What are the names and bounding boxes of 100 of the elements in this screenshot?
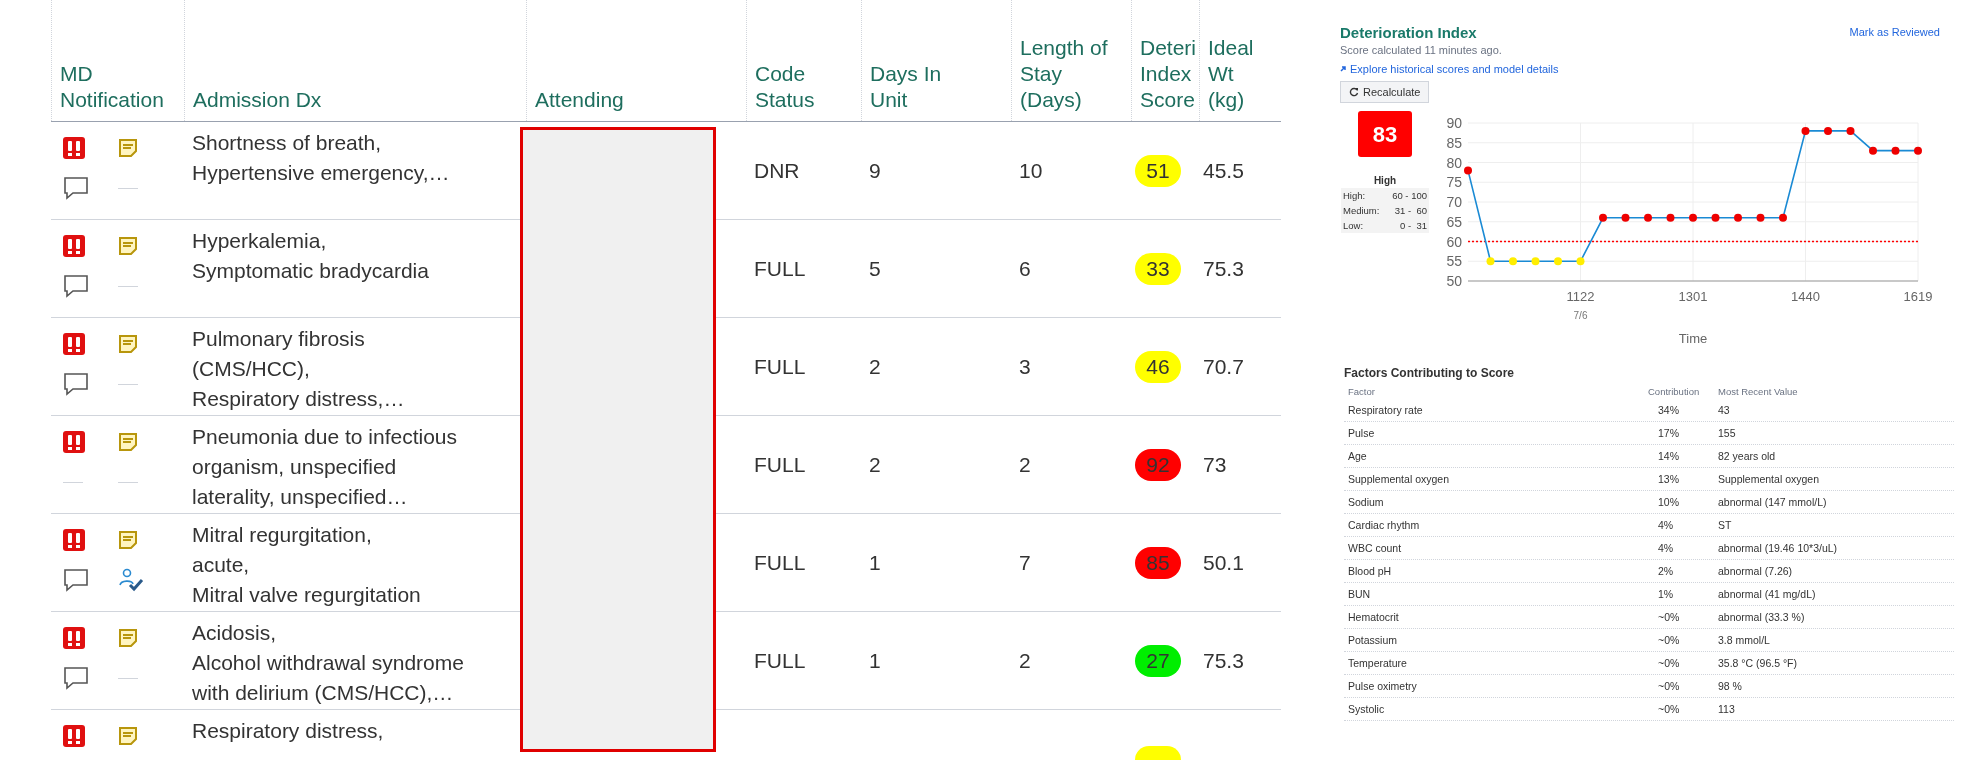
comment-icon[interactable] xyxy=(63,176,89,200)
empty-dash-icon xyxy=(63,481,83,483)
factor-value: abnormal (147 mmol/L) xyxy=(1718,495,1827,510)
x-tick-label: 1301 xyxy=(1678,289,1708,304)
length-of-stay: 7 xyxy=(1019,549,1031,576)
legend-range: 60 - 100 xyxy=(1392,189,1427,203)
comment-icon[interactable] xyxy=(63,568,89,592)
y-tick-label: 60 xyxy=(1446,233,1462,250)
factor-name: Pulse xyxy=(1347,426,1376,441)
diagnosis-text: Alcohol withdrawal syndrome xyxy=(192,650,464,676)
factor-contribution: 10% xyxy=(1658,495,1680,510)
column-header[interactable]: Days In xyxy=(870,61,1011,87)
score-point xyxy=(1599,213,1607,222)
alert-icon[interactable] xyxy=(63,627,85,649)
factor-value: 3.8 mmol/L xyxy=(1718,633,1770,648)
comment-icon[interactable] xyxy=(63,372,89,396)
score-badge: 51 xyxy=(1135,154,1181,187)
ideal-weight: 45.5 xyxy=(1203,157,1244,184)
y-tick-label: 65 xyxy=(1446,213,1462,230)
alert-icon[interactable] xyxy=(63,137,85,159)
days-in-unit: 2 xyxy=(869,451,881,478)
factor-name: BUN xyxy=(1347,587,1372,602)
empty-dash-icon xyxy=(118,383,138,385)
diagnosis-text: Symptomatic bradycardia xyxy=(192,258,429,284)
refresh-icon xyxy=(1349,87,1359,97)
score-point xyxy=(1644,213,1652,222)
code-status: FULL xyxy=(754,647,806,674)
column-header[interactable]: Attending xyxy=(535,87,746,113)
note-icon[interactable] xyxy=(118,628,138,648)
column-header[interactable]: Ideal xyxy=(1208,35,1281,61)
column-header[interactable]: Stay xyxy=(1020,61,1131,87)
alert-icon[interactable] xyxy=(63,333,85,355)
score-badge: 92 xyxy=(1135,448,1181,481)
empty-dash-icon xyxy=(118,187,138,189)
days-in-unit: 2 xyxy=(869,353,881,380)
factor-value: 35.8 °C (96.5 °F) xyxy=(1718,656,1797,671)
column-header[interactable]: MD xyxy=(60,61,184,87)
score-point xyxy=(1666,213,1675,222)
y-tick-label: 85 xyxy=(1446,134,1462,151)
column-header[interactable]: Admission Dx xyxy=(193,87,526,113)
comment-icon[interactable] xyxy=(63,666,89,690)
ideal-weight: 75.3 xyxy=(1203,255,1244,282)
column-header[interactable]: (kg) xyxy=(1208,87,1281,113)
empty-dash-icon xyxy=(118,677,138,679)
x-tick-label: 1122 xyxy=(1566,289,1595,304)
alert-icon[interactable] xyxy=(63,235,85,257)
legend-range: 31 - 60 xyxy=(1394,204,1427,218)
mark-reviewed-link[interactable]: Mark as Reviewed xyxy=(1849,24,1940,41)
score-point xyxy=(1756,213,1765,222)
score-point xyxy=(1509,257,1517,266)
factor-contribution: ~0% xyxy=(1658,610,1681,625)
factor-contribution: 4% xyxy=(1658,541,1675,556)
alert-icon[interactable] xyxy=(63,529,85,551)
factor-name: Age xyxy=(1347,449,1368,464)
note-icon[interactable] xyxy=(118,432,138,452)
y-tick-label: 70 xyxy=(1446,194,1462,210)
comment-icon[interactable] xyxy=(63,274,89,298)
diagnosis-text: Mitral valve regurgitation xyxy=(192,582,421,608)
diagnosis-text: Hypertensive emergency,… xyxy=(192,160,450,186)
column-header[interactable]: Code xyxy=(755,61,861,87)
factor-value: ST xyxy=(1718,518,1732,533)
column-header[interactable]: Deteri xyxy=(1140,35,1199,61)
column-header[interactable]: Index xyxy=(1140,61,1199,87)
column-header[interactable]: (Days) xyxy=(1020,87,1131,113)
factor-contribution: ~0% xyxy=(1658,633,1681,648)
factor-value: abnormal (7.26) xyxy=(1718,564,1793,579)
column-header[interactable]: Status xyxy=(755,87,861,113)
diagnosis-text: Respiratory distress, xyxy=(192,718,384,744)
note-icon[interactable] xyxy=(118,530,138,550)
factor-contribution: 2% xyxy=(1658,564,1675,579)
score-point xyxy=(1689,213,1697,222)
external-link-icon xyxy=(1340,66,1346,72)
factor-name: Respiratory rate xyxy=(1347,403,1424,418)
alert-icon[interactable] xyxy=(63,431,85,453)
diagnosis-text: Hyperkalemia, xyxy=(192,228,327,254)
diagnosis-text: laterality, unspecified… xyxy=(192,484,408,510)
score-point xyxy=(1869,146,1877,155)
note-icon[interactable] xyxy=(118,236,138,256)
recalculate-button[interactable]: Recalculate xyxy=(1340,81,1430,103)
column-header[interactable]: Length of xyxy=(1020,35,1131,61)
score-point xyxy=(1576,257,1585,266)
column-header[interactable]: Notification xyxy=(60,87,184,113)
score-badge: 27 xyxy=(1135,644,1181,677)
person-check-icon[interactable] xyxy=(118,568,144,592)
explore-link[interactable]: Explore historical scores and model details xyxy=(1340,61,1559,77)
column-header[interactable]: Wt xyxy=(1208,61,1281,87)
factor-contribution: ~0% xyxy=(1658,702,1681,717)
column-header[interactable]: Unit xyxy=(870,87,1011,113)
factor-contribution: ~0% xyxy=(1658,656,1681,671)
alert-icon[interactable] xyxy=(63,725,85,747)
note-icon[interactable] xyxy=(118,334,138,354)
factor-value: Supplemental oxygen xyxy=(1718,472,1819,487)
note-icon[interactable] xyxy=(118,138,138,158)
column-header: Contribution xyxy=(1648,385,1701,399)
note-icon[interactable] xyxy=(118,726,138,746)
ideal-weight: 70.7 xyxy=(1203,353,1244,380)
code-status: FULL xyxy=(754,549,806,576)
column-header[interactable]: Score xyxy=(1140,87,1199,113)
diagnosis-text: acute, xyxy=(192,552,250,578)
factor-name: Cardiac rhythm xyxy=(1347,518,1421,533)
